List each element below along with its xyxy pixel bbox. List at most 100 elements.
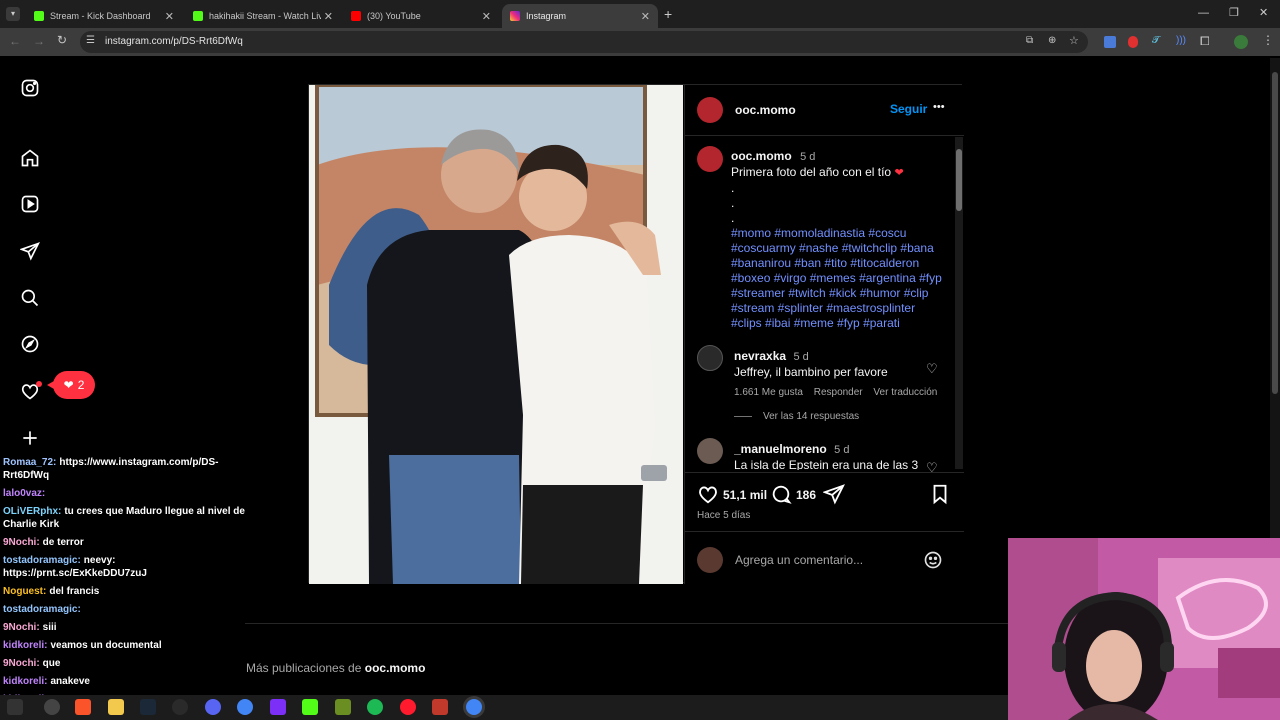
search-icon[interactable] [18,286,42,310]
commenter-avatar[interactable] [697,438,723,464]
chat-username[interactable]: tostadoramagic: [3,555,81,566]
comment-like-icon[interactable]: ♡ [926,361,938,377]
close-tab-icon[interactable]: ✕ [482,10,491,23]
comment-text: Jeffrey, il bambino per favore [734,365,888,379]
like-count[interactable]: 51,1 mil [723,488,767,502]
start-icon[interactable] [7,699,23,715]
reload-icon[interactable]: ↻ [57,33,67,47]
comment-input[interactable]: Agrega un comentario... [735,553,863,567]
steam-icon[interactable] [140,699,156,715]
caption-hashtags[interactable]: #momo #momoladinastia #coscu #coscuarmy … [731,226,945,331]
chat-username[interactable]: Romaa_72: [3,457,56,468]
reels-icon[interactable] [18,192,42,216]
close-tab-icon[interactable]: ✕ [165,10,174,23]
view-replies-link[interactable]: Ver las 14 respuestas [763,411,859,422]
comment-username[interactable]: _manuelmoreno [734,442,827,456]
chat-username[interactable]: lalo0vaz: [3,488,45,499]
reply-link[interactable]: Responder [814,387,863,398]
explore-icon[interactable] [18,332,42,356]
instagram-logo-icon[interactable] [18,76,42,100]
page-scrollbar[interactable] [1270,58,1280,538]
brave-icon[interactable] [75,699,91,715]
chrome-active-icon[interactable] [466,699,482,715]
back-icon[interactable]: ← [9,34,21,48]
restore-button[interactable]: ❐ [1229,6,1239,19]
chrome-icon[interactable] [237,699,253,715]
post-photo[interactable] [309,85,683,584]
tab-instagram[interactable]: Instagram ✕ [502,4,658,28]
post-image [309,85,683,584]
author-username[interactable]: ooc.momo [735,103,796,117]
caption-dot: . [731,211,735,225]
scrollbar-thumb[interactable] [956,149,962,211]
menu-kebab-icon[interactable]: ⋮ [1262,33,1274,47]
more-options-icon[interactable]: ••• [933,101,945,113]
home-icon[interactable] [18,146,42,170]
follow-button[interactable]: Seguir [890,102,927,116]
comment-text: La isla de Epstein era una de las 3 [734,458,919,470]
search-taskbar-icon[interactable] [44,699,60,715]
comment-icon[interactable] [770,483,792,510]
chat-username[interactable]: Noguest: [3,586,46,597]
extensions-puzzle-icon[interactable]: ⧠ [1200,34,1210,49]
close-window-button[interactable]: ✕ [1259,6,1268,19]
opera-icon[interactable] [400,699,416,715]
comment-like-icon[interactable]: ♡ [926,460,938,476]
create-icon[interactable] [18,426,42,450]
kick-taskbar-icon[interactable] [302,699,318,715]
notification-bubble[interactable]: ❤ 2 [47,371,95,399]
install-icon[interactable]: ⧉ [1026,35,1033,46]
profile-avatar[interactable] [1234,35,1248,49]
tab-search-icon[interactable]: ▾ [6,7,20,21]
comment-count[interactable]: 186 [796,488,816,502]
minecraft-icon[interactable] [335,699,351,715]
chat-username[interactable]: 9Nochi: [3,537,40,548]
tab-youtube[interactable]: (30) YouTube ✕ [343,4,499,28]
chat-username[interactable]: tostadoramagic: [3,604,81,615]
chat-username[interactable]: 9Nochi: [3,658,40,669]
emoji-icon[interactable] [923,550,943,575]
discord-icon[interactable] [205,699,221,715]
more-posts-author[interactable]: ooc.momo [365,661,426,675]
chat-username[interactable]: kidkoreli: [3,640,47,651]
chat-username[interactable]: OLiVERphx: [3,506,61,517]
close-tab-icon[interactable]: ✕ [641,10,650,23]
browser-toolbar: ← → ↻ ☰ instagram.com/p/DS-Rrt6DfWq ⧉ ⊕ … [0,28,1280,56]
chat-username[interactable]: kidkoreli: [3,676,47,687]
scrollbar-thumb[interactable] [1272,72,1278,394]
new-tab-button[interactable]: + [664,6,672,22]
share-icon[interactable] [822,483,845,510]
comment-username[interactable]: nevraxka [734,349,786,363]
direct-icon[interactable] [18,239,42,263]
caption-avatar[interactable] [697,146,723,172]
extension-icon[interactable] [1128,36,1138,48]
file-explorer-icon[interactable] [108,699,124,715]
chat-username[interactable]: 9Nochi: [3,622,40,633]
site-info-icon[interactable]: ☰ [86,35,95,46]
obs-icon[interactable] [172,699,188,715]
tab-kick-watch[interactable]: hakihakii Stream - Watch Live o ✕ [185,4,341,28]
app-icon[interactable] [432,699,448,715]
notifications-icon[interactable] [18,379,42,403]
spotify-icon[interactable] [367,699,383,715]
forward-icon[interactable]: → [33,34,45,48]
app-icon[interactable] [270,699,286,715]
minimize-button[interactable]: — [1198,7,1209,19]
caption-username[interactable]: ooc.momo [731,149,792,163]
translate-link[interactable]: Ver traducción [873,387,937,398]
address-bar[interactable]: ☰ instagram.com/p/DS-Rrt6DfWq ⧉ ⊕ ☆ [80,31,1088,53]
extension-icon[interactable] [1104,36,1116,48]
bookmark-star-icon[interactable]: ☆ [1069,34,1079,47]
close-tab-icon[interactable]: ✕ [324,10,333,23]
extension-icon[interactable]: 𝓣 [1152,35,1160,46]
zoom-icon[interactable]: ⊕ [1048,35,1056,46]
save-bookmark-icon[interactable] [929,483,951,510]
author-avatar[interactable] [697,97,723,123]
comment-age: 5 d [834,444,850,456]
tab-kick-dashboard[interactable]: Stream - Kick Dashboard ✕ [26,4,182,28]
extension-icon[interactable]: ))) [1176,35,1186,46]
comment-likes[interactable]: 1.661 Me gusta [734,387,803,398]
commenter-avatar[interactable] [697,345,723,371]
like-icon[interactable] [697,483,719,510]
comments-scrollbar[interactable] [955,137,963,469]
